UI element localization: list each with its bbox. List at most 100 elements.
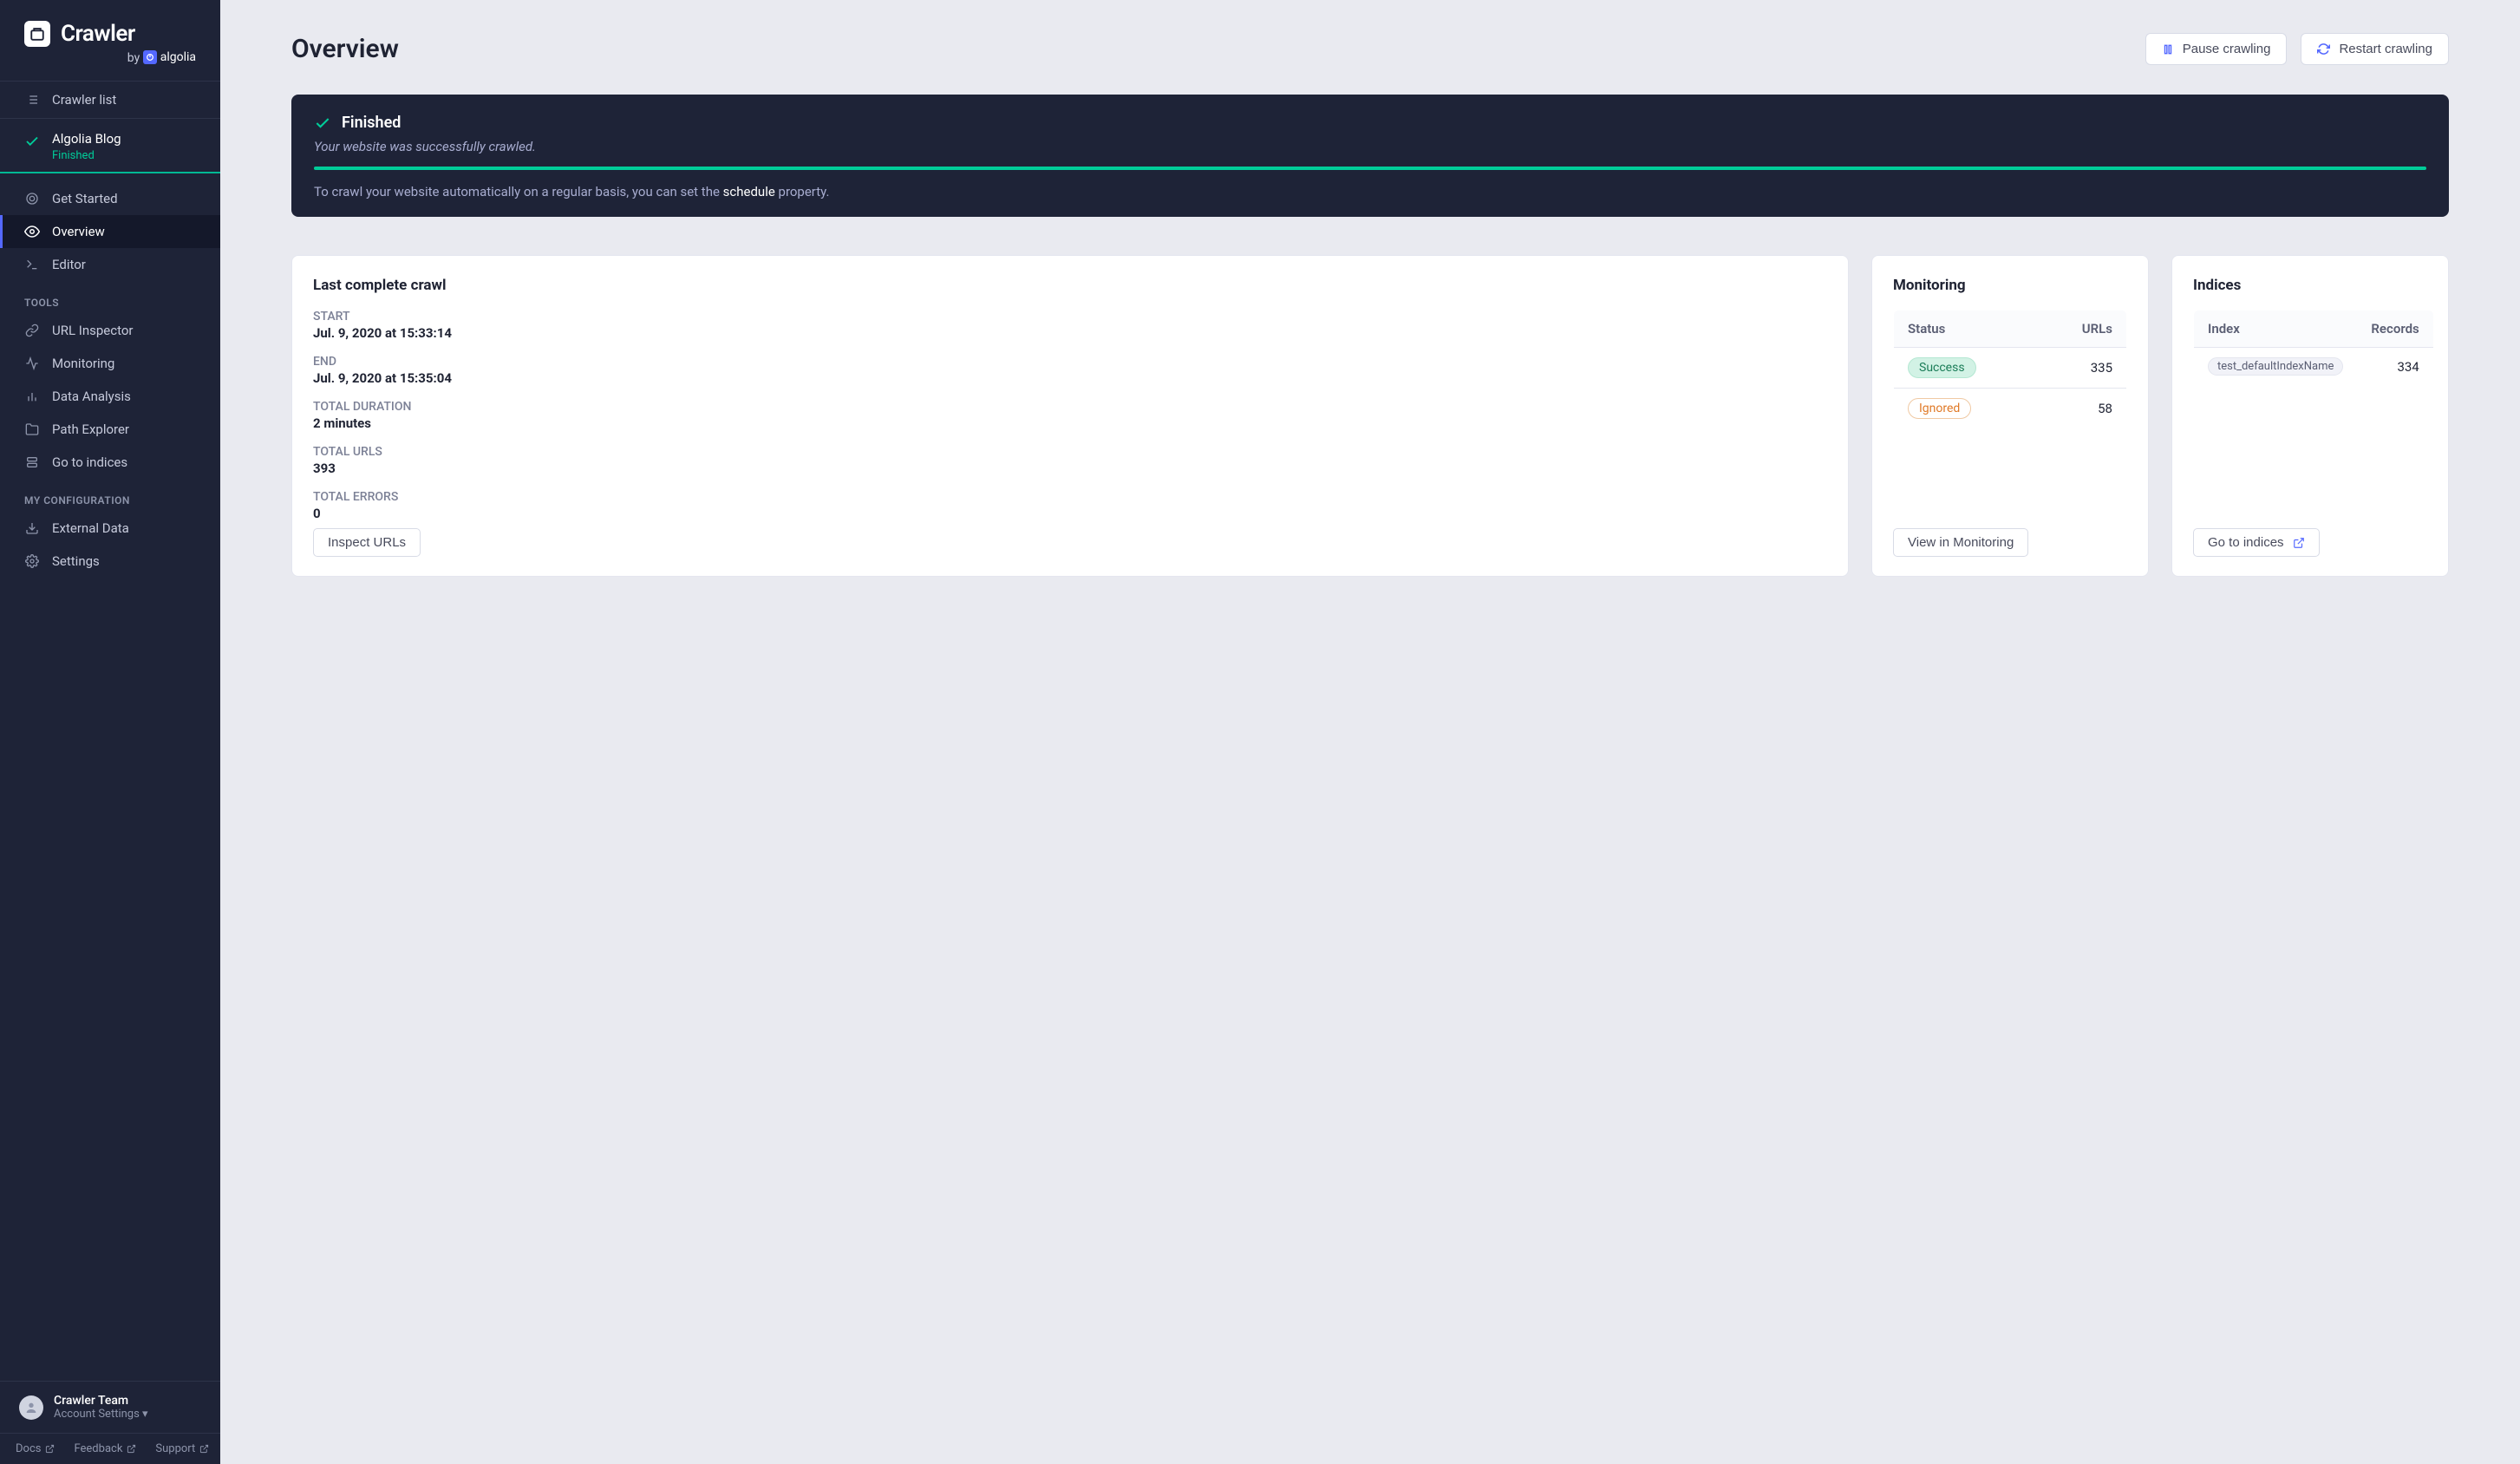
stat-value: 393 xyxy=(313,461,1827,476)
monitoring-table: Status URLs Success 335 Ignored 58 xyxy=(1893,310,2127,429)
card-monitoring: Monitoring Status URLs Success 335 Ignor… xyxy=(1871,255,2149,577)
inspect-urls-button[interactable]: Inspect URLs xyxy=(313,528,421,557)
go-to-indices-button[interactable]: Go to indices xyxy=(2193,528,2320,557)
sidebar-label: Crawler list xyxy=(52,92,116,108)
project-status: Finished xyxy=(52,149,121,162)
card-title: Monitoring xyxy=(1893,277,2127,294)
stat-value: Jul. 9, 2020 at 15:33:14 xyxy=(313,325,1827,341)
footer-link-support[interactable]: Support xyxy=(155,1442,209,1455)
sidebar-item-editor[interactable]: Editor xyxy=(0,248,220,281)
sidebar-project[interactable]: Algolia Blog Finished xyxy=(0,119,220,173)
sidebar-label: URL Inspector xyxy=(52,323,134,338)
avatar-icon xyxy=(19,1395,43,1420)
account-section[interactable]: Crawler Team Account Settings ▾ xyxy=(0,1381,220,1433)
sidebar-item-external-data[interactable]: External Data xyxy=(0,512,220,545)
footer-links: Docs Feedback Support xyxy=(0,1433,220,1464)
sidebar-item-settings[interactable]: Settings xyxy=(0,545,220,578)
crawler-logo-icon xyxy=(24,21,50,47)
record-count: 334 xyxy=(2357,348,2433,386)
brand-name: Crawler xyxy=(61,21,135,47)
col-urls: URLs xyxy=(2039,310,2127,348)
sidebar-label: Go to indices xyxy=(52,454,127,470)
chevron-down-icon: ▾ xyxy=(142,1408,148,1421)
view-in-monitoring-button[interactable]: View in Monitoring xyxy=(1893,528,2028,557)
status-badge: Success xyxy=(1908,357,1976,378)
sidebar-label: External Data xyxy=(52,520,129,536)
col-records: Records xyxy=(2357,310,2433,348)
sidebar-item-crawler-list[interactable]: Crawler list xyxy=(0,82,220,119)
project-name: Algolia Blog xyxy=(52,131,121,147)
gear-icon xyxy=(24,554,40,568)
sidebar-label: Data Analysis xyxy=(52,389,131,404)
card-title: Indices xyxy=(2193,277,2427,294)
list-icon xyxy=(24,93,40,107)
footer-link-feedback[interactable]: Feedback xyxy=(74,1442,136,1455)
col-index: Index xyxy=(2194,310,2358,348)
stat-value: Jul. 9, 2020 at 15:35:04 xyxy=(313,370,1827,386)
sidebar-item-get-started[interactable]: Get Started xyxy=(0,182,220,215)
footer-link-docs[interactable]: Docs xyxy=(16,1442,55,1455)
stat-label: END xyxy=(313,355,1827,369)
url-count: 58 xyxy=(2039,389,2127,429)
stat-label: START xyxy=(313,310,1827,324)
stat-label: TOTAL URLS xyxy=(313,445,1827,459)
link-icon xyxy=(24,324,40,337)
sidebar-item-overview[interactable]: Overview xyxy=(0,215,220,248)
index-badge: test_defaultIndexName xyxy=(2208,357,2343,376)
col-status: Status xyxy=(1894,310,2039,348)
sidebar-item-data-analysis[interactable]: Data Analysis xyxy=(0,380,220,413)
activity-icon xyxy=(24,356,40,370)
download-icon xyxy=(24,521,40,535)
table-row[interactable]: Ignored 58 xyxy=(1894,389,2127,429)
sidebar-label: Overview xyxy=(52,224,105,239)
pause-crawling-button[interactable]: Pause crawling xyxy=(2145,33,2288,65)
brand-section: Crawler by algolia xyxy=(0,0,220,82)
algolia-badge: algolia xyxy=(143,50,196,64)
banner-message: Your website was successfully crawled. xyxy=(314,139,2426,154)
sidebar-item-path-explorer[interactable]: Path Explorer xyxy=(0,413,220,446)
sidebar-label: Editor xyxy=(52,257,86,272)
page-title: Overview xyxy=(291,34,399,64)
banner-hint: To crawl your website automatically on a… xyxy=(291,170,2449,217)
stat-value: 2 minutes xyxy=(313,415,1827,431)
status-badge: Ignored xyxy=(1908,398,1971,419)
card-last-crawl: Last complete crawl START Jul. 9, 2020 a… xyxy=(291,255,1849,577)
eye-icon xyxy=(24,224,40,239)
section-my-config: MY CONFIGURATION xyxy=(0,479,220,512)
indices-table: Index Records test_defaultIndexName 334 xyxy=(2193,310,2434,386)
sidebar-label: Get Started xyxy=(52,191,118,206)
sidebar-item-monitoring[interactable]: Monitoring xyxy=(0,347,220,380)
table-row[interactable]: test_defaultIndexName 334 xyxy=(2194,348,2434,386)
account-team: Crawler Team xyxy=(54,1394,148,1408)
sidebar-label: Path Explorer xyxy=(52,422,129,437)
banner-title: Finished xyxy=(342,114,401,132)
refresh-icon xyxy=(2317,42,2330,56)
restart-crawling-button[interactable]: Restart crawling xyxy=(2301,33,2449,65)
folder-icon xyxy=(24,422,40,436)
external-link-icon xyxy=(2293,537,2305,549)
stat-label: TOTAL DURATION xyxy=(313,400,1827,414)
url-count: 335 xyxy=(2039,348,2127,389)
sidebar-item-go-to-indices[interactable]: Go to indices xyxy=(0,446,220,479)
status-banner: Finished Your website was successfully c… xyxy=(291,95,2449,217)
page-header: Overview Pause crawling Restart crawling xyxy=(291,33,2449,65)
card-title: Last complete crawl xyxy=(313,277,1827,294)
check-icon xyxy=(24,134,40,149)
pause-icon xyxy=(2162,43,2174,56)
sidebar-label: Settings xyxy=(52,553,100,569)
stat-value: 0 xyxy=(313,506,1827,521)
sidebar-label: Monitoring xyxy=(52,356,114,371)
table-row[interactable]: Success 335 xyxy=(1894,348,2127,389)
sidebar-item-url-inspector[interactable]: URL Inspector xyxy=(0,314,220,347)
card-indices: Indices Index Records test_defaultIndexN… xyxy=(2171,255,2449,577)
main-content: Overview Pause crawling Restart crawling xyxy=(220,0,2520,1464)
terminal-icon xyxy=(24,258,40,271)
section-tools: TOOLS xyxy=(0,281,220,314)
bar-chart-icon xyxy=(24,389,40,403)
schedule-link[interactable]: schedule xyxy=(723,184,775,199)
algolia-text: algolia xyxy=(160,50,196,64)
sidebar: Crawler by algolia Crawler list Algolia … xyxy=(0,0,220,1464)
check-icon xyxy=(314,114,331,132)
account-settings-label: Account Settings xyxy=(54,1408,140,1421)
target-icon xyxy=(24,192,40,206)
